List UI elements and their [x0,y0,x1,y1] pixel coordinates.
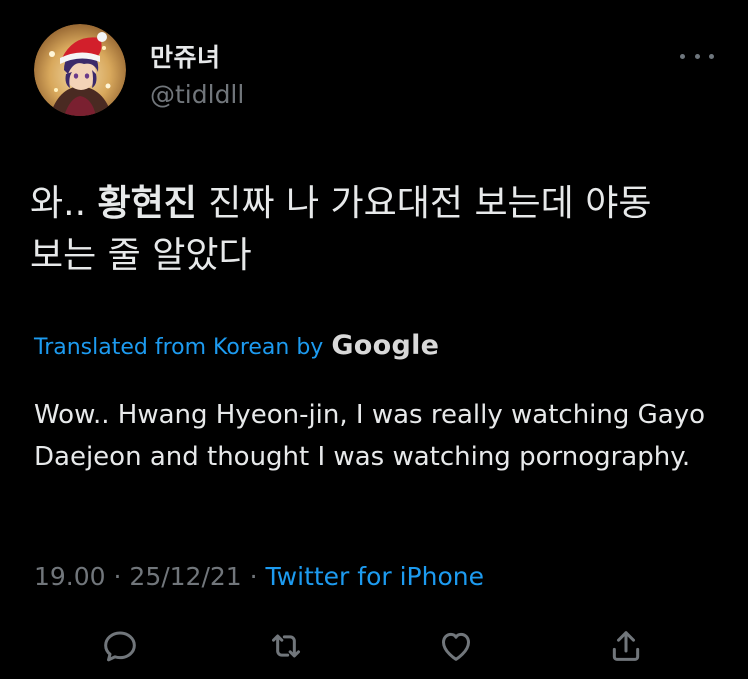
retweet-button[interactable] [264,624,308,668]
more-options-button[interactable] [680,46,714,66]
avatar[interactable] [34,24,126,116]
like-icon [442,632,470,661]
more-horizontal-icon [709,53,714,59]
retweet-icon [272,634,300,658]
avatar-image-icon [34,24,126,116]
reply-button[interactable] [98,624,142,668]
share-icon [612,631,640,661]
translation-attribution: Translated from Korean by Google [34,330,439,361]
tweet-detail: 만쥬녀 @tidldll 와.. 황현진 진짜 나 가요대전 보는데 야동 보는… [0,0,748,679]
tweet-metadata: 19.00 · 25/12/21 · Twitter for iPhone [34,562,484,591]
tweet-source-link[interactable]: Twitter for iPhone [266,562,484,591]
more-horizontal-icon [680,53,685,59]
display-name[interactable]: 만쥬녀 [150,38,221,74]
more-horizontal-icon [694,53,700,59]
tweet-action-bar [0,622,748,672]
translated-from-link[interactable]: Translated from Korean by [34,335,323,360]
tweet-time[interactable]: 19.00 [34,562,106,591]
translated-text: Wow.. Hwang Hyeon-jin, I was really watc… [34,400,706,472]
reply-icon [104,631,136,662]
google-logo: Google [331,330,440,361]
tweet-text-part: 와.. [30,183,98,224]
user-handle[interactable]: @tidldll [150,80,244,109]
tweet-text: 와.. 황현진 진짜 나 가요대전 보는데 야동 보는 줄 알았다 [30,178,720,282]
tweet-text-bold: 황현진 [97,183,197,224]
meta-separator: · [105,562,130,591]
meta-separator: · [241,562,266,591]
share-button[interactable] [604,624,648,668]
tweet-date[interactable]: 25/12/21 [129,562,241,591]
like-button[interactable] [434,624,478,668]
